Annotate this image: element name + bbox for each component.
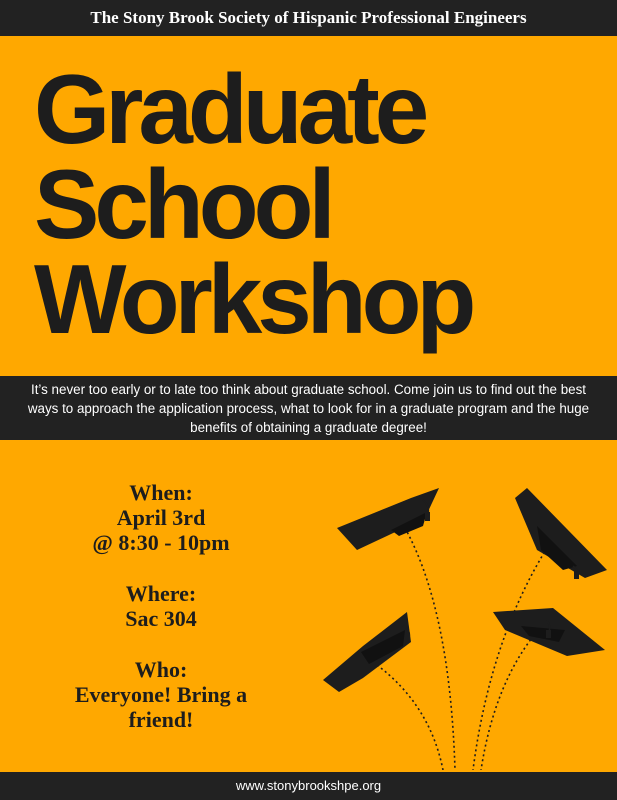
event-details: When: April 3rd @ 8:30 - 10pm Where: Sac… <box>20 480 302 758</box>
website-url: www.stonybrookshpe.org <box>235 778 382 793</box>
event-poster: The Stony Brook Society of Hispanic Prof… <box>0 0 617 800</box>
graduation-cap-icon <box>323 612 411 692</box>
when-time: @ 8:30 - 10pm <box>92 530 230 555</box>
graduation-cap-icon <box>337 488 439 550</box>
cap-trail-1 <box>404 527 456 770</box>
where-label: Where: <box>125 581 197 606</box>
cap-trail-3 <box>480 627 541 770</box>
event-description: It’s never too early or to late too thin… <box>27 382 590 435</box>
cap-trails <box>376 527 548 770</box>
graduation-caps-graphic <box>323 488 607 770</box>
cap-trail-2 <box>472 547 548 770</box>
title-line-workshop: Workshop <box>34 244 476 354</box>
who-audience: Everyone! Bring a <box>74 682 248 707</box>
when-label: When: <box>129 480 193 505</box>
title-line-school: School <box>34 149 336 259</box>
where-location: Sac 304 <box>125 606 197 631</box>
organization-name: The Stony Brook Society of Hispanic Prof… <box>90 8 527 27</box>
who-audience-cont: friend! <box>128 707 194 732</box>
who-block: Who: Everyone! Bring a friend! <box>20 657 302 732</box>
poster-title: Graduate School Workshop <box>34 54 476 354</box>
graduation-cap-icon <box>515 488 607 579</box>
title-line-graduate: Graduate <box>34 54 429 164</box>
when-block: When: April 3rd @ 8:30 - 10pm <box>20 480 302 555</box>
who-label: Who: <box>134 657 188 682</box>
when-date: April 3rd <box>116 505 206 530</box>
where-block: Where: Sac 304 <box>20 581 302 631</box>
graduation-cap-icon <box>493 608 605 656</box>
cap-trail-4 <box>376 664 444 770</box>
